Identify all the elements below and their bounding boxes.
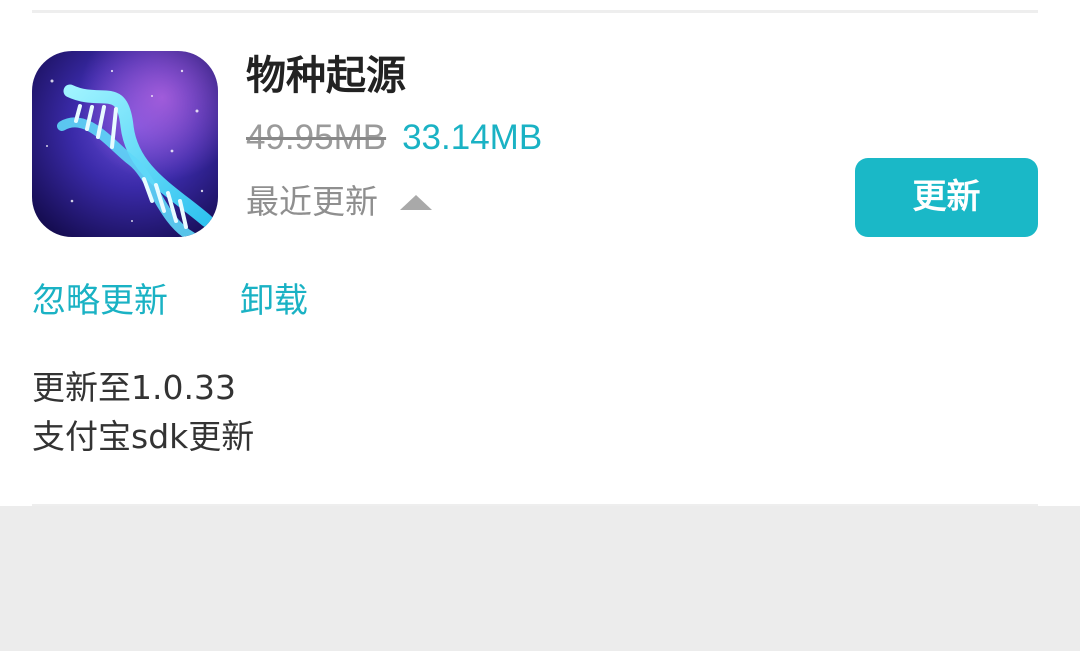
update-button[interactable]: 更新 bbox=[855, 158, 1038, 237]
recent-update-label: 最近更新 bbox=[246, 182, 378, 221]
caret-up-icon bbox=[400, 195, 432, 210]
new-size: 33.14MB bbox=[402, 118, 543, 157]
old-size: 49.95MB bbox=[246, 118, 387, 157]
release-note-line: 支付宝sdk更新 bbox=[32, 417, 255, 456]
release-notes: 更新至1.0.33 支付宝sdk更新 bbox=[32, 363, 254, 461]
recent-update-toggle[interactable]: 最近更新 bbox=[246, 176, 432, 228]
dna-helix-app-icon[interactable] bbox=[32, 51, 218, 237]
top-divider bbox=[32, 10, 1038, 13]
app-name: 物种起源 bbox=[246, 53, 406, 99]
bottom-divider bbox=[32, 504, 1038, 506]
ignore-update-link[interactable]: 忽略更新 bbox=[32, 276, 168, 326]
size-info: 49.95MB 33.14MB bbox=[246, 112, 542, 164]
release-note-line: 更新至1.0.33 bbox=[32, 368, 236, 407]
uninstall-link[interactable]: 卸载 bbox=[240, 276, 308, 326]
app-update-card: 物种起源 49.95MB 33.14MB 最近更新 更新 忽略更新 卸载 更新至1… bbox=[0, 0, 1080, 506]
